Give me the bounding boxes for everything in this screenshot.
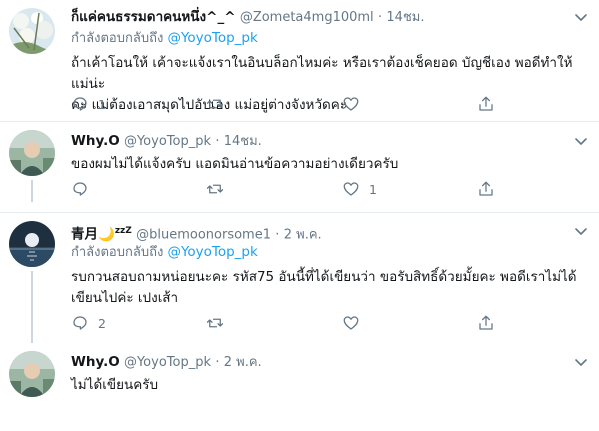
username[interactable]: @bluemoonorsome1 bbox=[136, 228, 271, 243]
tweet[interactable]: 青月🌙zzZ @bluemoonorsome1 · 2 พ.ค. กำลังตอ… bbox=[0, 213, 599, 343]
tweet[interactable]: Why.O @YoyoTop_pk · 2 พ.ค. ไม่ได้เขียนคร… bbox=[0, 343, 599, 431]
reply-icon bbox=[73, 316, 87, 330]
thread-line bbox=[31, 271, 33, 343]
share-icon bbox=[479, 181, 493, 196]
tweet-text: ของผมไม่ได้แจ้งครับ แอดมินอ่านข้อความอย่… bbox=[71, 154, 587, 175]
username[interactable]: @YoyoTop_pk bbox=[124, 134, 211, 149]
retweet-button[interactable] bbox=[206, 313, 233, 333]
separator-dot: · bbox=[215, 134, 220, 149]
chevron-down-icon[interactable] bbox=[573, 133, 589, 149]
reply-prefix: กำลังตอบกลับถึง bbox=[71, 31, 164, 46]
tweet-text: ไม่ได้เขียนครับ bbox=[71, 375, 587, 396]
retweet-button[interactable] bbox=[206, 94, 233, 114]
retweet-icon bbox=[206, 99, 224, 109]
tweet[interactable]: Why.O @YoyoTop_pk · 14ชม. ของผมไม่ได้แจ้… bbox=[0, 122, 599, 202]
reply-icon bbox=[73, 182, 87, 196]
share-icon bbox=[479, 315, 493, 330]
retweet-button[interactable] bbox=[206, 179, 233, 199]
reply-handle-link[interactable]: @YoyoTop_pk bbox=[167, 244, 257, 260]
username[interactable]: @Zometa4mg100ml bbox=[240, 10, 374, 25]
tweet-header: ก็แค่คนธรรมดาคนหนึ่ง^_^ @Zometa4mg100ml … bbox=[71, 8, 587, 26]
reply-context: กำลังตอบกลับถึง @YoyoTop_pk bbox=[71, 243, 587, 262]
share-button[interactable] bbox=[477, 313, 495, 333]
separator-dot: · bbox=[377, 10, 383, 25]
avatar[interactable] bbox=[9, 221, 55, 267]
share-button[interactable] bbox=[477, 179, 495, 199]
tweet-header: 青月🌙zzZ @bluemoonorsome1 · 2 พ.ค. bbox=[71, 222, 587, 243]
tweet-text-line: ไม่ได้เขียนครับ bbox=[71, 377, 159, 393]
display-name[interactable]: 青月🌙 bbox=[71, 227, 115, 243]
thread-line bbox=[31, 180, 33, 202]
username[interactable]: @YoyoTop_pk bbox=[124, 355, 211, 370]
reply-icon bbox=[73, 97, 87, 111]
tweet-header: Why.O @YoyoTop_pk · 14ชม. bbox=[71, 132, 587, 150]
chevron-down-icon[interactable] bbox=[573, 354, 589, 370]
reply-count: 2 bbox=[98, 315, 106, 331]
tweet-actions: 1 bbox=[71, 94, 511, 114]
avatar[interactable] bbox=[9, 8, 55, 54]
reply-handle-link[interactable]: @YoyoTop_pk bbox=[167, 30, 257, 46]
heart-icon bbox=[343, 97, 359, 111]
reply-context: กำลังตอบกลับถึง @YoyoTop_pk bbox=[71, 29, 587, 48]
tweet-actions: 1 bbox=[71, 179, 511, 199]
display-name[interactable]: Why.O bbox=[71, 354, 120, 370]
tweet-text-line: ถ้าเค้าโอนให้ เค้าจะแจ้งเราในอินบล็อกไหม… bbox=[71, 55, 573, 92]
reply-count: 1 bbox=[98, 96, 106, 112]
heart-icon bbox=[343, 316, 359, 330]
like-button[interactable] bbox=[342, 94, 369, 114]
tweet-text-line: ของผมไม่ได้แจ้งครับ แอดมินอ่านข้อความอย่… bbox=[71, 156, 399, 172]
tweet-text: รบกวนสอบถามหน่อยนะคะ รหัส75 อันนี้ที่ได้… bbox=[71, 267, 587, 309]
tweet-actions: 2 bbox=[71, 313, 511, 333]
separator-dot: · bbox=[215, 355, 220, 370]
tweet-header: Why.O @YoyoTop_pk · 2 พ.ค. bbox=[71, 353, 587, 371]
timestamp[interactable]: 14ชม. bbox=[224, 134, 262, 149]
chevron-down-icon[interactable] bbox=[573, 9, 589, 25]
reply-button[interactable] bbox=[71, 179, 98, 199]
avatar[interactable] bbox=[9, 130, 55, 176]
separator-dot: · bbox=[275, 227, 280, 243]
tweet-text-line: รบกวนสอบถามหน่อยนะคะ รหัส75 อันนี้ที่ได้… bbox=[71, 269, 577, 285]
reply-button[interactable]: 2 bbox=[71, 313, 106, 333]
timestamp[interactable]: 2 พ.ค. bbox=[284, 228, 322, 243]
chevron-down-icon[interactable] bbox=[573, 223, 589, 239]
retweet-icon bbox=[206, 318, 224, 328]
display-name[interactable]: ก็แค่คนธรรมดาคนหนึ่ง^_^ bbox=[71, 9, 236, 25]
retweet-icon bbox=[206, 184, 224, 194]
like-count: 1 bbox=[369, 181, 377, 197]
tweet-text-line: เขียนไปค่ะ เปงเส้า bbox=[71, 290, 179, 306]
reply-button[interactable]: 1 bbox=[71, 94, 106, 114]
timestamp[interactable]: 14ชม. bbox=[386, 10, 424, 25]
tweet[interactable]: ก็แค่คนธรรมดาคนหนึ่ง^_^ @Zometa4mg100ml … bbox=[0, 0, 599, 121]
like-button[interactable]: 1 bbox=[342, 179, 377, 199]
share-icon bbox=[479, 96, 493, 111]
heart-icon bbox=[343, 182, 359, 196]
timestamp[interactable]: 2 พ.ค. bbox=[224, 355, 262, 370]
display-name-suffix: zzZ bbox=[114, 226, 132, 236]
avatar[interactable] bbox=[9, 351, 55, 397]
share-button[interactable] bbox=[477, 94, 495, 114]
like-button[interactable] bbox=[342, 313, 369, 333]
reply-prefix: กำลังตอบกลับถึง bbox=[71, 245, 164, 260]
display-name[interactable]: Why.O bbox=[71, 133, 120, 149]
